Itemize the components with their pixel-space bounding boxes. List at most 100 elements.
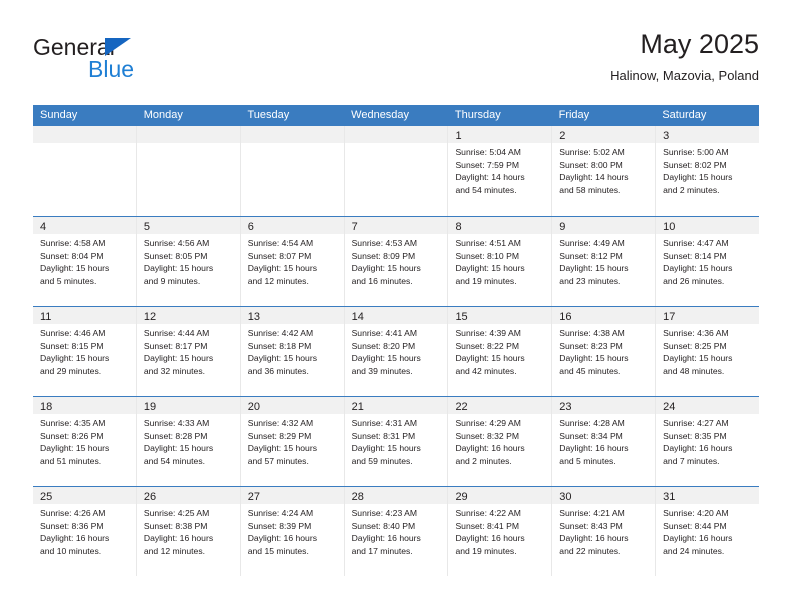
day-detail-line: Sunrise: 4:51 AM xyxy=(455,238,521,248)
calendar-day-cell[interactable]: 25 Sunrise: 4:26 AM Sunset: 8:36 PM Dayligh… xyxy=(33,487,137,576)
day-detail-line: Daylight: 16 hours xyxy=(455,443,525,454)
page-title: May 2025 xyxy=(640,29,759,59)
calendar-day-cell[interactable]: 13 Sunrise: 4:42 AM Sunset: 8:18 PM Dayligh… xyxy=(240,307,345,396)
calendar-day-cell[interactable]: 20 Sunrise: 4:32 AM Sunset: 8:29 PM Dayligh… xyxy=(240,397,345,486)
calendar-day-cell[interactable]: 19 Sunrise: 4:33 AM Sunset: 8:28 PM Dayligh… xyxy=(136,397,241,486)
calendar-day-cell[interactable]: 12 Sunrise: 4:44 AM Sunset: 8:17 PM Dayligh… xyxy=(136,307,241,396)
day-details: Sunrise: 4:28 AM Sunset: 8:34 PM Daylight:… xyxy=(552,414,655,467)
day-detail-line: Sunset: 8:12 PM xyxy=(559,250,623,261)
calendar-day-cell[interactable]: 30 Sunrise: 4:21 AM Sunset: 8:43 PM Dayligh… xyxy=(552,487,657,576)
calendar-week-row: 1 Sunrise: 5:04 AM Sunset: 7:59 PM Daylight… xyxy=(33,126,760,216)
day-detail-line: and 29 minutes. xyxy=(40,365,102,376)
general-blue-logo: General Blue xyxy=(33,34,253,90)
day-detail-line: Sunset: 8:39 PM xyxy=(247,520,312,531)
day-detail-line: Daylight: 15 hours xyxy=(247,353,317,364)
day-detail-line: Sunset: 8:00 PM xyxy=(559,159,623,170)
day-detail-line: Sunrise: 4:53 AM xyxy=(351,238,418,248)
day-detail-line: Daylight: 15 hours xyxy=(40,443,110,454)
calendar-day-cell[interactable]: 8 Sunrise: 4:51 AM Sunset: 8:10 PM Daylight… xyxy=(448,217,553,306)
day-detail-line: Daylight: 15 hours xyxy=(455,263,525,274)
day-detail-line: Sunrise: 4:39 AM xyxy=(455,328,521,338)
calendar-day-cell[interactable]: 16 Sunrise: 4:38 AM Sunset: 8:23 PM Dayligh… xyxy=(552,307,657,396)
day-detail-line: and 36 minutes. xyxy=(247,365,309,376)
day-number-strip: 22 xyxy=(448,397,552,414)
calendar-day-cell[interactable]: 27 Sunrise: 4:24 AM Sunset: 8:39 PM Dayligh… xyxy=(240,487,345,576)
calendar-day-cell[interactable]: 24 Sunrise: 4:27 AM Sunset: 8:35 PM Dayligh… xyxy=(656,397,760,486)
day-details: Sunrise: 4:46 AM Sunset: 8:15 PM Daylight:… xyxy=(33,324,136,377)
day-number-strip xyxy=(33,126,136,143)
day-detail-line: and 5 minutes. xyxy=(40,275,97,286)
day-detail-line: Daylight: 15 hours xyxy=(455,353,525,364)
calendar-day-cell[interactable]: 1 Sunrise: 5:04 AM Sunset: 7:59 PM Daylight… xyxy=(448,126,553,216)
calendar-day-cell[interactable]: 11 Sunrise: 4:46 AM Sunset: 8:15 PM Dayligh… xyxy=(33,307,137,396)
day-detail-line: Daylight: 15 hours xyxy=(663,263,733,274)
calendar-day-cell[interactable]: 15 Sunrise: 4:39 AM Sunset: 8:22 PM Dayligh… xyxy=(448,307,553,396)
day-number-strip: 18 xyxy=(33,397,136,414)
day-detail-line: and 59 minutes. xyxy=(351,455,413,466)
calendar-day-cell[interactable]: 10 Sunrise: 4:47 AM Sunset: 8:14 PM Dayligh… xyxy=(656,217,760,306)
day-detail-line: and 22 minutes. xyxy=(559,545,621,556)
day-detail-line: Sunrise: 4:25 AM xyxy=(143,508,210,518)
day-number-strip: 21 xyxy=(344,397,448,414)
calendar-day-cell[interactable]: 5 Sunrise: 4:56 AM Sunset: 8:05 PM Daylight… xyxy=(136,217,241,306)
day-detail-line: and 10 minutes. xyxy=(40,545,102,556)
calendar-day-cell-empty xyxy=(33,126,137,216)
day-number: 21 xyxy=(351,401,364,413)
day-details xyxy=(345,143,448,146)
day-number: 3 xyxy=(663,130,670,142)
day-detail-line: Sunrise: 4:21 AM xyxy=(559,508,625,518)
day-detail-line: and 57 minutes. xyxy=(247,455,309,466)
calendar-day-cell[interactable]: 7 Sunrise: 4:53 AM Sunset: 8:09 PM Daylight… xyxy=(344,217,449,306)
day-detail-line: and 48 minutes. xyxy=(663,365,725,376)
day-detail-line: and 39 minutes. xyxy=(351,365,413,376)
day-detail-line: Sunset: 8:32 PM xyxy=(455,430,519,441)
day-number: 30 xyxy=(559,491,572,503)
day-details: Sunrise: 4:47 AM Sunset: 8:14 PM Daylight:… xyxy=(656,234,759,287)
day-detail-line: and 15 minutes. xyxy=(247,545,309,556)
day-number: 28 xyxy=(351,491,364,503)
calendar-day-cell[interactable]: 29 Sunrise: 4:22 AM Sunset: 8:41 PM Dayligh… xyxy=(448,487,553,576)
calendar-day-cell[interactable]: 17 Sunrise: 4:36 AM Sunset: 8:25 PM Dayligh… xyxy=(656,307,760,396)
day-detail-line: Sunrise: 4:58 AM xyxy=(40,238,106,248)
day-detail-line: Sunset: 8:14 PM xyxy=(663,250,727,261)
day-detail-line: and 54 minutes. xyxy=(455,184,517,195)
calendar-day-cell[interactable]: 9 Sunrise: 4:49 AM Sunset: 8:12 PM Daylight… xyxy=(552,217,657,306)
day-detail-line: and 42 minutes. xyxy=(455,365,517,376)
day-number-strip: 19 xyxy=(136,397,240,414)
day-detail-line: Sunset: 8:09 PM xyxy=(351,250,416,261)
day-details: Sunrise: 4:54 AM Sunset: 8:07 PM Daylight:… xyxy=(241,234,344,287)
calendar-day-cell[interactable]: 23 Sunrise: 4:28 AM Sunset: 8:34 PM Dayligh… xyxy=(552,397,657,486)
day-detail-line: Sunrise: 4:31 AM xyxy=(351,418,418,428)
day-detail-line: Daylight: 16 hours xyxy=(247,533,317,544)
calendar-day-cell[interactable]: 6 Sunrise: 4:54 AM Sunset: 8:07 PM Daylight… xyxy=(240,217,345,306)
day-detail-line: Daylight: 15 hours xyxy=(143,263,214,274)
day-number-strip: 2 xyxy=(552,126,656,143)
day-detail-line: Daylight: 15 hours xyxy=(40,353,110,364)
calendar-day-cell[interactable]: 31 Sunrise: 4:20 AM Sunset: 8:44 PM Dayligh… xyxy=(656,487,760,576)
day-detail-line: and 9 minutes. xyxy=(143,275,201,286)
calendar-day-cell[interactable]: 3 Sunrise: 5:00 AM Sunset: 8:02 PM Daylight… xyxy=(656,126,760,216)
calendar-day-cell[interactable]: 26 Sunrise: 4:25 AM Sunset: 8:38 PM Dayligh… xyxy=(136,487,241,576)
day-detail-line: Sunset: 8:25 PM xyxy=(663,340,727,351)
day-detail-line: Sunrise: 4:32 AM xyxy=(247,418,314,428)
day-number-strip: 3 xyxy=(656,126,760,143)
day-detail-line: and 12 minutes. xyxy=(247,275,309,286)
day-detail-line: and 12 minutes. xyxy=(143,545,206,556)
calendar-day-cell[interactable]: 18 Sunrise: 4:35 AM Sunset: 8:26 PM Dayligh… xyxy=(33,397,137,486)
day-detail-line: Sunrise: 4:29 AM xyxy=(455,418,521,428)
calendar-day-cell-empty xyxy=(240,126,345,216)
day-number: 2 xyxy=(559,130,566,142)
calendar-day-cell[interactable]: 21 Sunrise: 4:31 AM Sunset: 8:31 PM Dayligh… xyxy=(344,397,449,486)
day-detail-line: Sunrise: 4:49 AM xyxy=(559,238,625,248)
day-number-strip: 17 xyxy=(656,307,760,324)
day-number-strip: 25 xyxy=(33,487,136,504)
day-number-strip: 24 xyxy=(656,397,760,414)
day-number: 20 xyxy=(247,401,260,413)
calendar-day-cell[interactable]: 2 Sunrise: 5:02 AM Sunset: 8:00 PM Daylight… xyxy=(552,126,657,216)
day-number-strip: 30 xyxy=(552,487,656,504)
calendar-day-cell[interactable]: 14 Sunrise: 4:41 AM Sunset: 8:20 PM Dayligh… xyxy=(344,307,449,396)
calendar-day-cell[interactable]: 22 Sunrise: 4:29 AM Sunset: 8:32 PM Dayligh… xyxy=(448,397,553,486)
day-details: Sunrise: 5:02 AM Sunset: 8:00 PM Daylight:… xyxy=(552,143,655,196)
calendar-day-cell[interactable]: 28 Sunrise: 4:23 AM Sunset: 8:40 PM Dayligh… xyxy=(344,487,449,576)
calendar-day-cell[interactable]: 4 Sunrise: 4:58 AM Sunset: 8:04 PM Daylight… xyxy=(33,217,137,306)
